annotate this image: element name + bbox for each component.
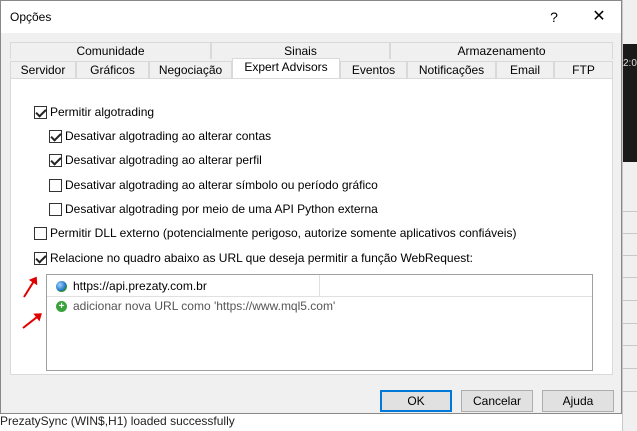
allow-algotrading-option[interactable]: Permitir algotrading [34, 105, 154, 119]
disable-on-profile-change-checkbox[interactable] [49, 153, 62, 167]
disable-on-symbol-change-option[interactable]: Desativar algotrading ao alterar símbolo… [49, 178, 378, 192]
background-divider [623, 323, 637, 324]
disable-on-account-change-checkbox[interactable] [49, 129, 62, 143]
tab-expert-advisors[interactable]: Expert Advisors [232, 58, 340, 78]
webrequest-urls-checkbox[interactable] [34, 251, 47, 265]
close-button[interactable]: ✕ [583, 3, 615, 31]
background-divider [623, 300, 637, 301]
webrequest-url-list[interactable]: https://api.prezaty.com.br + adicionar n… [46, 274, 593, 371]
title-bar: Opções ? ✕ [1, 1, 621, 33]
disable-via-python-api-option[interactable]: Desativar algotrading por meio de uma AP… [49, 202, 378, 216]
dialog-title: Opções [10, 10, 52, 24]
url-entry[interactable]: https://api.prezaty.com.br [56, 279, 207, 293]
tab-negociacao[interactable]: Negociação [149, 61, 232, 78]
disable-on-symbol-change-label: Desativar algotrading ao alterar símbolo… [65, 178, 378, 192]
background-log-text: PrezatySync (WIN$,H1) loaded successfull… [0, 414, 235, 428]
tab-servidor[interactable]: Servidor [10, 61, 76, 78]
column-divider [319, 275, 320, 296]
background-app-strip: 2:00 [622, 0, 637, 431]
allow-dll-checkbox[interactable] [34, 226, 47, 240]
background-divider [623, 255, 637, 256]
allow-dll-label: Permitir DLL externo (potencialmente per… [50, 226, 517, 240]
tab-graficos[interactable]: Gráficos [76, 61, 149, 78]
disable-on-profile-change-option[interactable]: Desativar algotrading ao alterar perfil [49, 153, 262, 167]
tab-email[interactable]: Email [496, 61, 554, 78]
background-divider [623, 368, 637, 369]
disable-on-symbol-change-checkbox[interactable] [49, 178, 62, 192]
help-button[interactable]: Ajuda [542, 390, 614, 412]
url-entry-text: https://api.prezaty.com.br [73, 279, 207, 293]
webrequest-urls-option[interactable]: Relacione no quadro abaixo as URL que de… [34, 251, 473, 265]
row-divider [47, 296, 592, 297]
cancel-button[interactable]: Cancelar [461, 390, 533, 412]
background-divider [623, 233, 637, 234]
background-divider [623, 211, 637, 212]
allow-dll-option[interactable]: Permitir DLL externo (potencialmente per… [34, 226, 516, 240]
disable-on-profile-change-label: Desativar algotrading ao alterar perfil [65, 153, 262, 167]
tab-eventos[interactable]: Eventos [340, 61, 407, 78]
tab-comunidade[interactable]: Comunidade [10, 42, 211, 59]
background-divider [623, 345, 637, 346]
add-url-hint: adicionar nova URL como 'https://www.mql… [73, 299, 336, 313]
tab-notificacoes[interactable]: Notificações [407, 61, 496, 78]
add-icon: + [56, 300, 67, 312]
webrequest-urls-label: Relacione no quadro abaixo as URL que de… [50, 251, 473, 265]
disable-via-python-api-label: Desativar algotrading por meio de uma AP… [65, 202, 378, 216]
options-dialog: Opções ? ✕ Comunidade Sinais Armazenamen… [0, 0, 622, 414]
ok-button[interactable]: OK [380, 390, 452, 412]
disable-on-account-change-label: Desativar algotrading ao alterar contas [65, 129, 272, 143]
background-clock-text: 2:00 [623, 58, 637, 69]
background-divider [623, 391, 637, 392]
disable-on-account-change-option[interactable]: Desativar algotrading ao alterar contas [49, 129, 271, 143]
globe-icon [56, 280, 67, 292]
tab-armazenamento[interactable]: Armazenamento [390, 42, 613, 59]
allow-algotrading-label: Permitir algotrading [50, 105, 155, 119]
tab-ftp[interactable]: FTP [554, 61, 613, 78]
add-url-row[interactable]: + adicionar nova URL como 'https://www.m… [56, 299, 335, 313]
disable-via-python-api-checkbox[interactable] [49, 202, 62, 216]
background-log-line: PrezatySync (WIN$,H1) loaded successfull… [0, 414, 622, 431]
background-divider [623, 277, 637, 278]
tab-sinais[interactable]: Sinais [211, 42, 390, 59]
allow-algotrading-checkbox[interactable] [34, 105, 47, 119]
help-title-button[interactable]: ? [539, 3, 569, 31]
